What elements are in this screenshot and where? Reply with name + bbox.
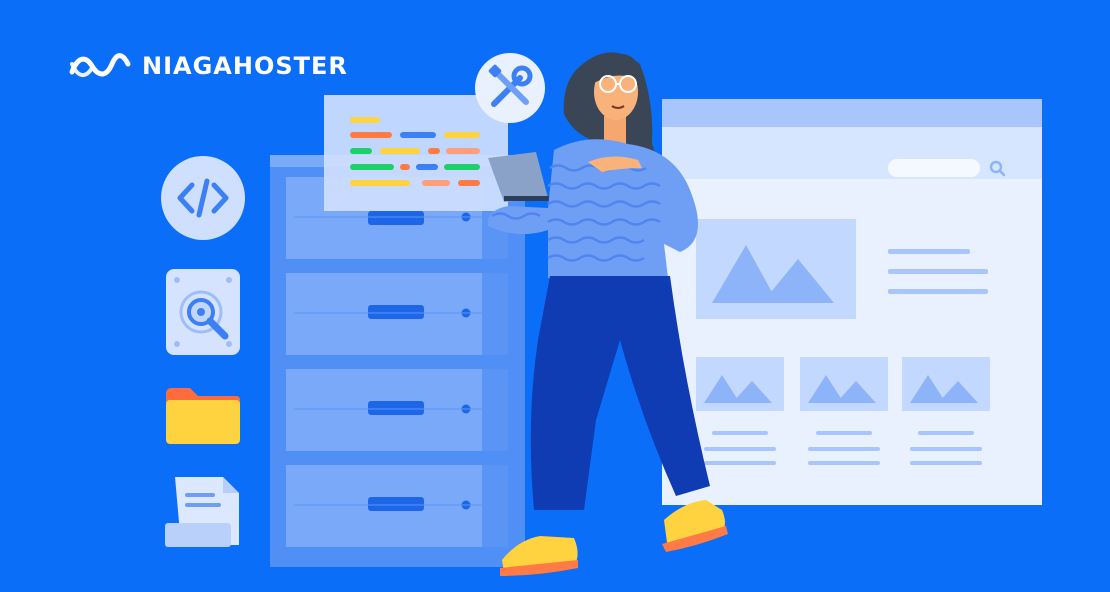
hard-drive-search-icon [165, 268, 241, 356]
code-icon [160, 155, 246, 241]
folder-icon [164, 386, 242, 446]
cabinet-drawer [286, 369, 508, 451]
hero-illustration: NIAGAHOSTER [0, 0, 1110, 592]
brand-name: NIAGAHOSTER [142, 52, 348, 80]
niagahoster-logo-icon [69, 53, 131, 77]
cabinet-drawer [286, 465, 508, 547]
brand-logo[interactable]: NIAGAHOSTER [68, 50, 348, 82]
document-icon [163, 475, 243, 549]
woman-character [478, 40, 738, 580]
cabinet-drawer [286, 273, 508, 355]
